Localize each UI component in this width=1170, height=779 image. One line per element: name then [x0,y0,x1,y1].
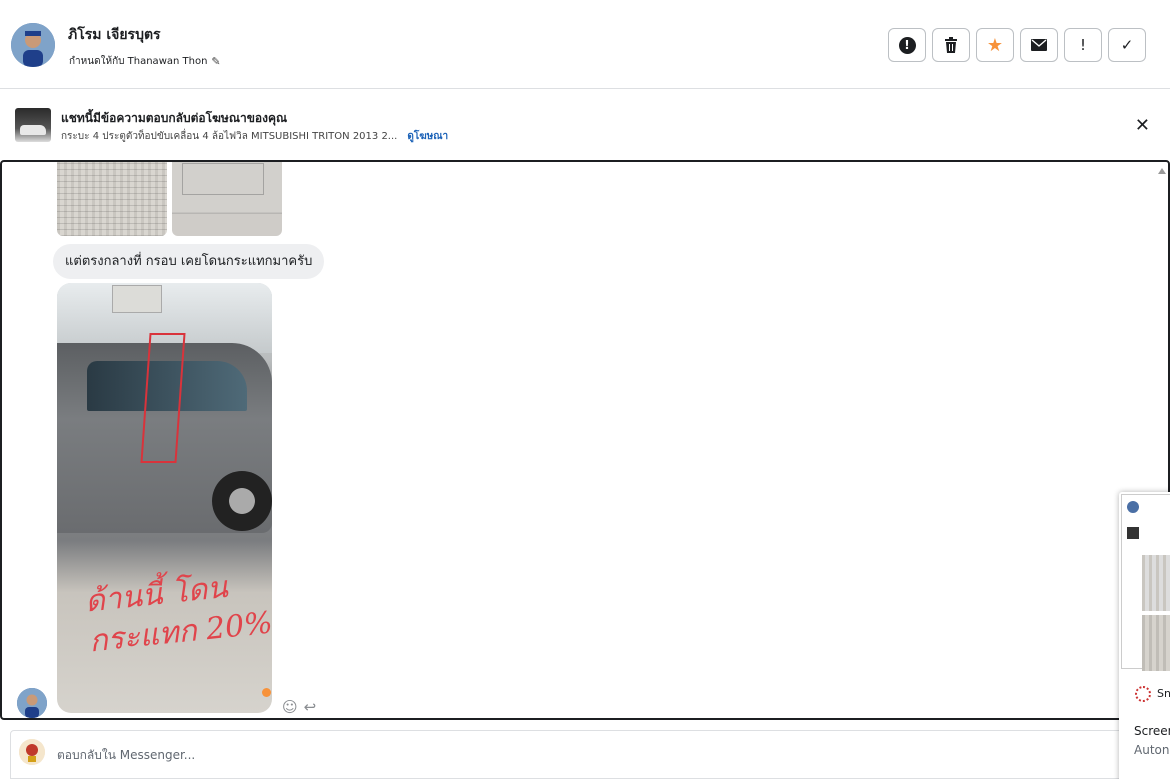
pencil-icon[interactable]: ✎ [211,55,220,68]
seen-indicator [262,688,271,697]
attachment-image-car[interactable]: ด้านนี้ โดน กระแทก 20% [57,283,272,713]
attachment-image-document-1[interactable] [57,162,167,236]
notification-title: Screen [1134,724,1170,738]
attachment-image-document-2[interactable] [172,162,282,236]
mark-important-button[interactable]: ! [1064,28,1102,62]
ad-banner-subtitle: กระบะ 4 ประตูตัวท็อปขับเคลื่อน 4 ล้อไฟวิ… [61,131,398,142]
ad-banner-subtitle-row: กระบะ 4 ประตูตัวท็อปขับเคลื่อน 4 ล้อไฟวิ… [61,129,448,144]
delete-button[interactable] [932,28,970,62]
star-button[interactable]: ★ [976,28,1014,62]
close-icon[interactable]: ✕ [1135,115,1150,136]
notification-subtitle: Auton [1134,743,1170,757]
checkmark-icon: ✓ [1120,36,1134,54]
page-avatar [19,739,45,765]
reply-input[interactable]: ตอบกลับใน Messenger... [57,746,195,765]
conversation-header: ภิโรม เจียรบุตร กำหนดให้กับ Thanawan Tho… [0,0,1170,89]
message-actions: ☺ ↩ [282,698,316,716]
reply-arrow-icon[interactable]: ↩ [304,698,317,716]
trash-icon [945,37,957,53]
header-actions: ! ★ ! ✓ [888,28,1146,62]
screenshot-thumbnail[interactable] [1121,494,1170,671]
reply-composer[interactable]: ตอบกลับใน Messenger... [10,730,1125,779]
screenshot-preview-popup[interactable]: Sn Screen Auton [1119,492,1170,779]
exclamation-icon: ! [1079,36,1086,54]
contact-avatar[interactable] [11,23,55,67]
report-button[interactable]: ! [888,28,926,62]
message-bubble: แต่ตรงกลางที่ กรอบ เคยโดนกระแทกมาครับ [53,244,325,279]
ad-reply-banner: แชทนี้มีข้อความตอบกลับต่อโฆษณาของคุณ กระ… [0,89,1170,160]
assigned-to[interactable]: กำหนดให้กับ Thanawan Thon ✎ [69,54,221,69]
ad-banner-title: แชทนี้มีข้อความตอบกลับต่อโฆษณาของคุณ [61,111,288,125]
snip-tool-icon [1135,686,1151,702]
emoji-react-icon[interactable]: ☺ [282,698,298,716]
photo-handwriting: ด้านนี้ โดน กระแทก 20% [83,564,272,663]
alert-circle-icon: ! [898,36,916,54]
view-ad-link[interactable]: ดูโฆษณา [407,129,448,144]
assigned-to-label: กำหนดให้กับ Thanawan Thon [69,56,208,67]
snip-app-label: Sn [1157,687,1170,700]
done-button[interactable]: ✓ [1108,28,1146,62]
mark-unread-button[interactable] [1020,28,1058,62]
sender-avatar [17,688,47,718]
envelope-icon [1031,39,1047,51]
message-thread[interactable]: แต่ตรงกลางที่ กรอบ เคยโดนกระแทกมาครับ ด้… [0,160,1170,720]
ad-thumbnail [15,108,51,142]
star-icon: ★ [986,34,1004,56]
scroll-up-arrow-icon[interactable] [1158,168,1166,174]
contact-name[interactable]: ภิโรม เจียรบุตร [68,24,161,46]
